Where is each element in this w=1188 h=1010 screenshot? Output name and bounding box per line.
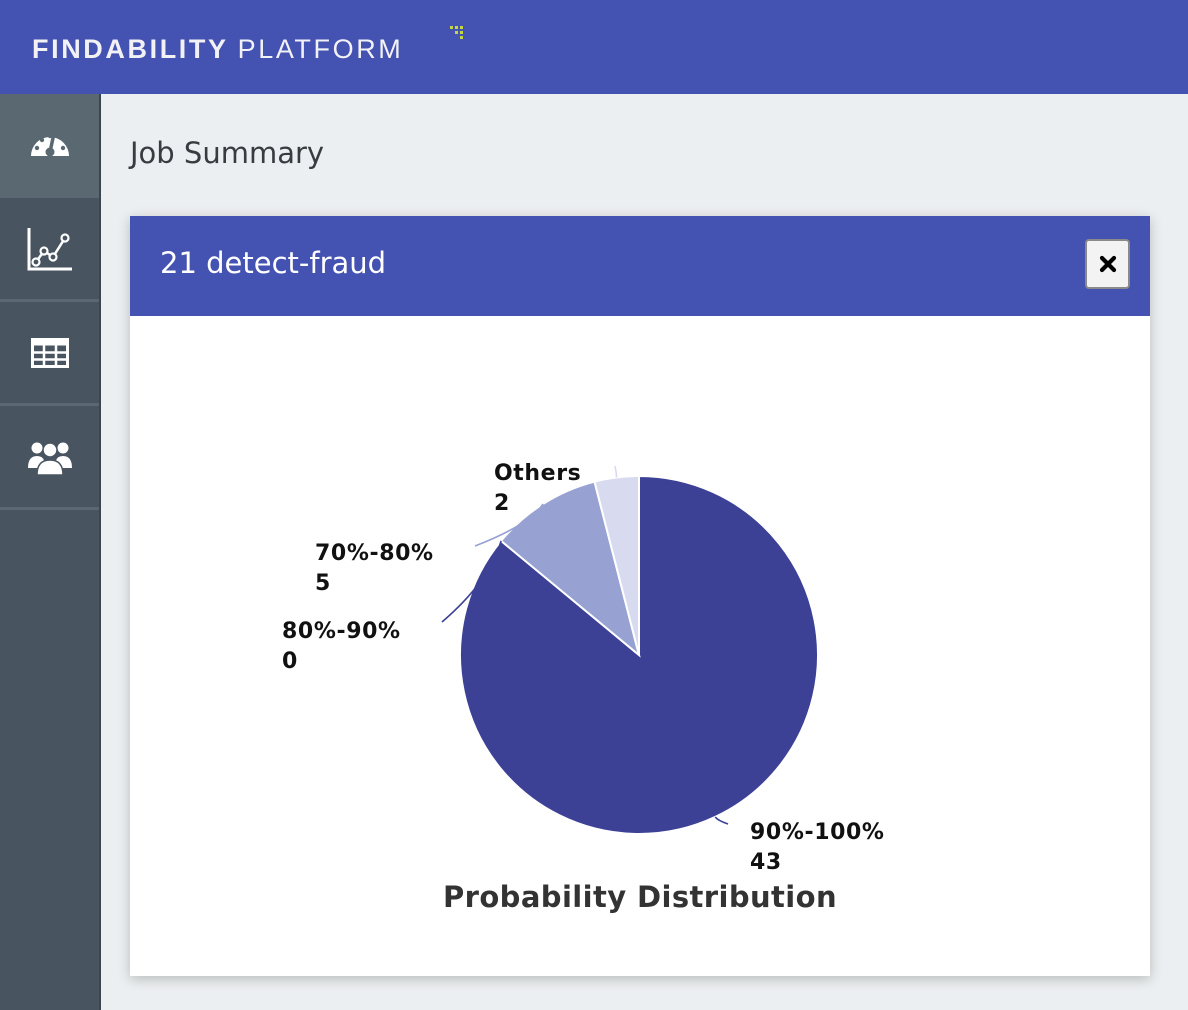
job-summary-card: 21 detect-fraud 90%-100% 43 80%-90% 0 70%-80… [130,216,1150,976]
users-group-icon [27,441,72,476]
probability-pie-chart: 90%-100% 43 80%-90% 0 70%-80% 5 Others 2 Probab… [282,461,885,914]
brand-dots-icon [450,26,463,39]
card-header: 21 detect-fraud [130,216,1150,316]
pie-label-80-90: 80%-90% [282,619,401,644]
sidebar-item-users[interactable] [0,406,99,510]
close-x-icon [1099,255,1116,273]
pie-label-others: Others [494,461,581,486]
pie-label-90-100: 90%-100% [750,820,885,845]
pie-leader-line-90-100 [714,816,729,825]
dashboard-gauge-icon [30,133,69,156]
pie-value-90-100: 43 [750,850,782,875]
sidebar-item-charts[interactable] [0,198,99,302]
card-title: 21 detect-fraud [160,246,387,280]
chart-title: Probability Distribution [443,880,837,914]
table-grid-icon [30,337,69,368]
brand-primary-text: FINDABILITY [32,34,229,64]
close-button[interactable] [1085,239,1130,289]
pie-value-80-90: 0 [282,649,298,674]
sidebar-nav [0,94,101,1010]
sidebar-item-tables[interactable] [0,302,99,406]
brand-logo[interactable]: FINDABILITY PLATFORM [32,34,403,65]
brand-secondary-text: PLATFORM [237,34,404,64]
pie-value-others: 2 [494,491,510,516]
sidebar-item-dashboard[interactable] [0,94,99,198]
pie-value-70-80: 5 [315,571,331,596]
line-chart-icon [27,227,72,270]
top-header-bar: FINDABILITY PLATFORM [0,0,1188,94]
page-title: Job Summary [130,136,325,170]
pie-leader-line-others [614,465,618,478]
pie-label-70-80: 70%-80% [315,541,434,566]
